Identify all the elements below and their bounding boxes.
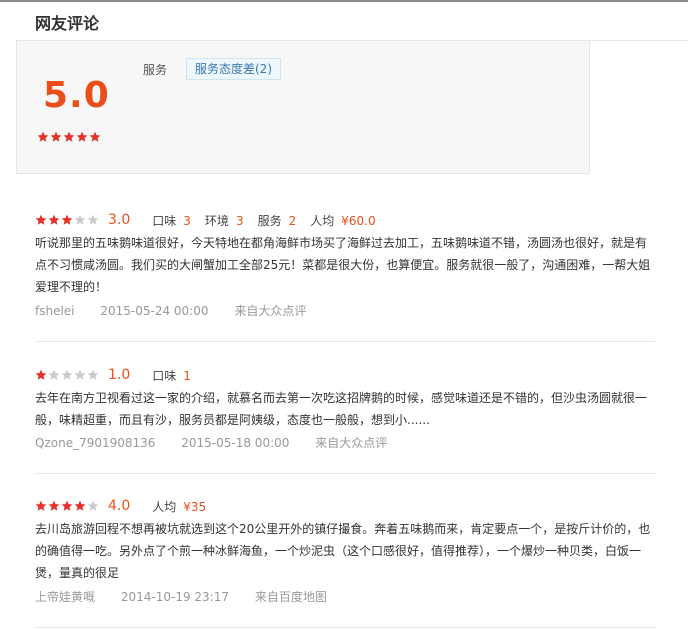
- review-attr-avg-price: 人均 ¥60.0: [310, 212, 375, 229]
- star-filled-icon: [61, 214, 73, 226]
- attr-label: 口味: [152, 213, 177, 228]
- review-text-line: 的确值得一吃。另外点了个煎一种冰鲜海鱼，一个炒泥虫（这个口感很好，值得推荐），一…: [35, 544, 642, 558]
- attr-value: 1: [183, 368, 191, 383]
- star-filled-icon: [35, 214, 47, 226]
- review-source: 来自百度地图: [254, 590, 327, 604]
- attr-label: 人均: [152, 499, 177, 514]
- review-user[interactable]: 上帝娃黄嘅: [35, 590, 95, 604]
- overall-stars: [37, 131, 101, 143]
- review-time: 2014-10-19 23:17: [120, 590, 229, 604]
- review-text-line: 点不习惯咸汤圆。我们买的大闸蟹加工全部25元！菜都是很大份，也算便宜。服务就很一…: [35, 258, 651, 272]
- review-attr-taste: 口味 1: [152, 367, 191, 384]
- star-filled-icon: [48, 500, 60, 512]
- review-text-line: 爱理不理的！: [35, 280, 108, 294]
- attr-label: 口味: [152, 368, 177, 383]
- review-user[interactable]: Qzone_7901908136: [35, 436, 155, 450]
- review-stars: [35, 500, 99, 512]
- review-text: 去年在南方卫视看过这一家的介绍，就慕名而去第一次吃这招牌鹅的时候，感觉味道还是不…: [35, 387, 655, 431]
- review-source: 来自大众点评: [315, 436, 388, 450]
- review-divider: [35, 341, 655, 342]
- review-score: 1.0: [108, 367, 131, 383]
- star-filled-icon: [76, 131, 88, 143]
- star-filled-icon: [61, 500, 73, 512]
- attr-value: 3: [183, 213, 191, 228]
- review-text-line: 听说那里的五味鹅味道很好，今天特地在都角海鲜市场买了海鲜过去加工，五味鹅味道不错…: [35, 236, 648, 250]
- review-time: 2015-05-18 00:00: [181, 436, 290, 450]
- star-empty-icon: [87, 500, 99, 512]
- star-filled-icon: [35, 500, 47, 512]
- review-attr-environment: 环境 3: [205, 212, 244, 229]
- attr-value: ¥35: [183, 499, 207, 514]
- star-filled-icon: [37, 131, 49, 143]
- review-divider: [35, 473, 655, 474]
- star-filled-icon: [35, 369, 47, 381]
- attr-label: 人均: [310, 213, 335, 228]
- review-attr-avg-price: 人均 ¥35: [152, 498, 206, 515]
- review-time: 2015-05-24 00:00: [100, 304, 209, 318]
- review-footer: Qzone_7901908136 2015-05-18 00:00 来自大众点评: [35, 434, 409, 451]
- star-empty-icon: [87, 214, 99, 226]
- star-filled-icon: [48, 214, 60, 226]
- star-empty-icon: [61, 369, 73, 381]
- tag-service-poor[interactable]: 服务态度差(2): [186, 58, 281, 80]
- review-stars: [35, 369, 99, 381]
- star-empty-icon: [74, 214, 86, 226]
- attr-label: 环境: [204, 213, 229, 228]
- review-meta: 1.0 口味 1: [35, 367, 205, 383]
- review-divider: [35, 627, 655, 628]
- attr-value: 2: [288, 213, 297, 228]
- review-score: 3.0: [108, 212, 131, 228]
- review-footer: 上帝娃黄嘅 2014-10-19 23:17 来自百度地图: [35, 588, 349, 605]
- star-empty-icon: [48, 369, 60, 381]
- star-filled-icon: [63, 131, 75, 143]
- review-attr-service: 服务 2: [258, 212, 297, 229]
- review-meta: 3.0 口味 3 环境 3 服务 2 人均 ¥60.0: [35, 212, 390, 228]
- star-filled-icon: [50, 131, 62, 143]
- review-attr-taste: 口味 3: [152, 212, 191, 229]
- review-text-line: 般，味精超重，而且有沙，服务员都是阿姨级，态度也一般般，想到小......: [35, 413, 430, 427]
- section-title: 网友评论: [35, 14, 100, 33]
- review-user[interactable]: fshelei: [35, 304, 75, 318]
- review-text-line: 去年在南方卫视看过这一家的介绍，就慕名而去第一次吃这招牌鹅的时候，感觉味道还是不…: [35, 391, 648, 405]
- attr-value: 3: [235, 213, 244, 228]
- attr-value: ¥60.0: [341, 213, 376, 228]
- review-text-line: 去川岛旅游回程不想再被坑就选到这个20公里开外的镇仔撮食。奔着五味鹅而来，肯定要…: [35, 522, 651, 536]
- star-empty-icon: [87, 369, 99, 381]
- rating-summary: 5.0 服务 服务态度差(2): [16, 40, 590, 174]
- review-source: 来自大众点评: [234, 304, 307, 318]
- review-text: 听说那里的五味鹅味道很好，今天特地在都角海鲜市场买了海鲜过去加工，五味鹅味道不错…: [35, 232, 655, 298]
- star-filled-icon: [74, 500, 86, 512]
- top-rule: [0, 0, 688, 2]
- overall-score: 5.0: [43, 75, 110, 116]
- star-empty-icon: [74, 369, 86, 381]
- star-filled-icon: [89, 131, 101, 143]
- summary-edge-line: [589, 40, 688, 41]
- review-text-line: 煲，量真的很足: [35, 566, 120, 580]
- review-text: 去川岛旅游回程不想再被坑就选到这个20公里开外的镇仔撮食。奔着五味鹅而来，肯定要…: [35, 518, 655, 584]
- review-footer: fshelei 2015-05-24 00:00 来自大众点评: [35, 302, 328, 319]
- review-stars: [35, 214, 99, 226]
- tag-category-label: 服务: [143, 63, 168, 77]
- review-meta: 4.0 人均 ¥35: [35, 498, 220, 514]
- attr-label: 服务: [257, 213, 282, 228]
- review-score: 4.0: [108, 498, 131, 514]
